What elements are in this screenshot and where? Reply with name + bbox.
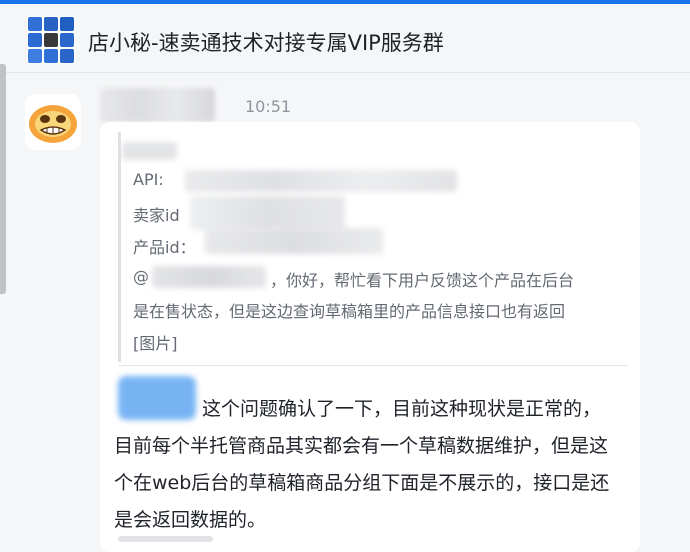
redacted-seller-id bbox=[190, 196, 345, 230]
redacted-api-value bbox=[185, 170, 457, 192]
group-avatar-tile bbox=[28, 33, 42, 47]
quote-api-label: API: bbox=[133, 170, 164, 189]
chat-header: 店小秘-速卖通技术对接专属VIP服务群 bbox=[0, 4, 690, 73]
quote-seller-label: 卖家id bbox=[133, 206, 180, 225]
reply-text: 这个问题确认了一下，目前这种现状是正常的，目前每个半托管商品其实都会有一个草稿数… bbox=[114, 398, 610, 531]
group-avatar-tile bbox=[28, 49, 42, 63]
chat-title[interactable]: 店小秘-速卖通技术对接专属VIP服务群 bbox=[88, 27, 444, 57]
group-avatar-tile bbox=[60, 33, 74, 47]
group-avatar-tile bbox=[44, 17, 58, 31]
group-avatar-tile bbox=[60, 49, 74, 63]
emoji-face-icon bbox=[29, 105, 77, 143]
redacted-mention bbox=[152, 266, 266, 288]
group-avatar-tile bbox=[60, 17, 74, 31]
sender-name-redacted bbox=[100, 88, 215, 122]
avatar[interactable] bbox=[25, 94, 81, 150]
quote-text-line-2: 是在售状态，但是这边查询草稿箱里的产品信息接口也有返回 bbox=[133, 302, 566, 321]
quote-text-line-1: ，你好，帮忙看下用户反馈这个产品在后台 bbox=[270, 271, 575, 290]
quote-product-label: 产品id： bbox=[133, 238, 196, 257]
quote-image-placeholder[interactable]: [图片] bbox=[133, 330, 178, 354]
group-avatar[interactable] bbox=[27, 16, 75, 64]
quoted-sender-redacted bbox=[122, 142, 177, 160]
group-avatar-tile bbox=[44, 33, 58, 47]
group-avatar-tile bbox=[44, 49, 58, 63]
quote-mention: @ bbox=[133, 267, 149, 286]
divider bbox=[118, 365, 628, 366]
next-message-hint bbox=[118, 536, 213, 542]
redacted-product-id bbox=[205, 228, 383, 254]
sidebar-scrollbar[interactable] bbox=[0, 64, 6, 294]
message-timestamp: 10:51 bbox=[245, 97, 292, 116]
group-avatar-tile bbox=[28, 17, 42, 31]
